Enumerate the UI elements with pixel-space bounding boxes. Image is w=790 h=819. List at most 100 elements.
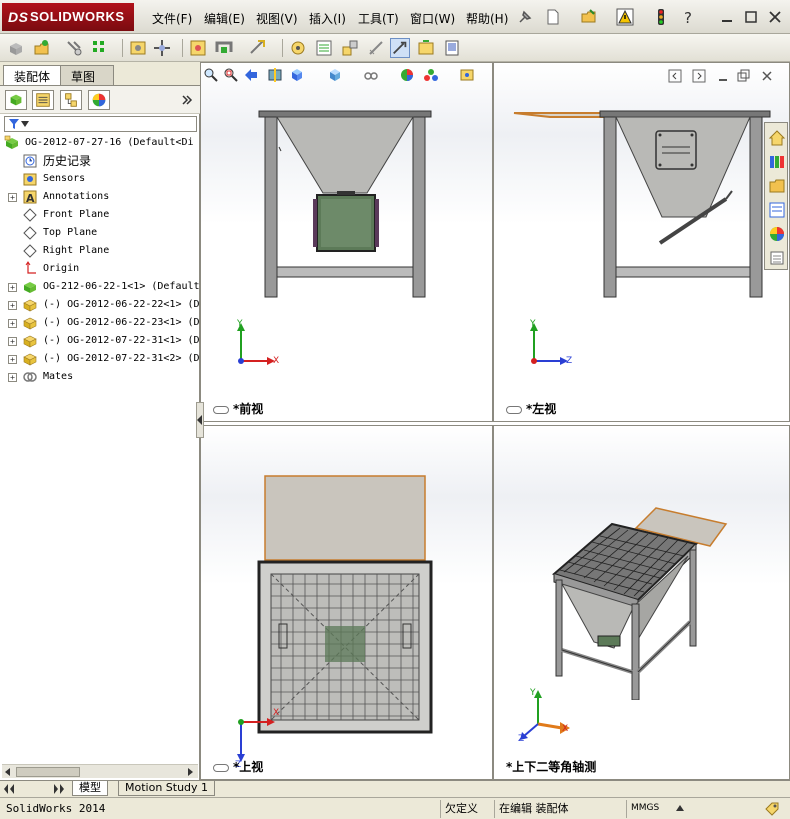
menu-view[interactable]: 视图(V) xyxy=(256,10,298,27)
file-explorer-icon[interactable] xyxy=(768,177,786,195)
tree-item[interactable]: OG-2012-07-27-16 (Default<Di xyxy=(0,134,200,152)
viewport-label-left[interactable]: *左视 xyxy=(506,400,556,417)
tree-item[interactable]: Origin xyxy=(0,260,200,278)
previous-view-icon[interactable] xyxy=(243,67,259,83)
tree-expand-icon[interactable]: + xyxy=(8,283,17,292)
tree-expand-icon[interactable]: + xyxy=(8,301,17,310)
assembly-features-icon[interactable] xyxy=(214,38,234,58)
apply-scene-icon[interactable] xyxy=(423,67,439,83)
hide-show-items-icon[interactable] xyxy=(363,67,379,83)
tree-filter[interactable] xyxy=(4,116,197,132)
tree-expand-icon[interactable]: + xyxy=(8,355,17,364)
tag-icon[interactable] xyxy=(764,801,780,817)
traffic-light-icon[interactable] xyxy=(652,8,670,26)
viewport-previous-icon[interactable] xyxy=(668,69,682,83)
chevron-down-icon[interactable] xyxy=(21,121,29,127)
new-document-icon[interactable] xyxy=(544,8,562,26)
link-views-icon[interactable] xyxy=(213,763,229,772)
tree-horizontal-scrollbar[interactable] xyxy=(2,764,198,778)
viewport-minimize-icon[interactable] xyxy=(716,69,730,83)
viewport-close-icon[interactable] xyxy=(760,69,774,83)
collapse-arrow-icon[interactable] xyxy=(197,415,203,425)
zoom-to-fit-icon[interactable] xyxy=(203,67,219,83)
property-manager-icon[interactable] xyxy=(32,90,54,110)
edit-appearance-icon[interactable] xyxy=(399,67,415,83)
tree-item[interactable]: Front Plane xyxy=(0,206,200,224)
view-orientation-icon[interactable] xyxy=(289,67,305,83)
restore-icon[interactable] xyxy=(742,8,760,26)
move-component-icon[interactable] xyxy=(152,38,172,58)
explode-line-sketch-icon[interactable] xyxy=(366,38,386,58)
take-snapshot-icon[interactable] xyxy=(442,38,462,58)
tree-item[interactable]: + (-) OG-2012-06-22-22<1> (D xyxy=(0,296,200,314)
viewport-label-isometric[interactable]: *上下二等角轴测 xyxy=(506,758,596,775)
chevron-up-icon[interactable] xyxy=(676,805,684,811)
pin-icon[interactable] xyxy=(516,8,534,26)
bill-of-materials-icon[interactable] xyxy=(314,38,334,58)
filter-icon[interactable] xyxy=(8,118,20,130)
show-hidden-icon[interactable] xyxy=(188,38,208,58)
edit-component-icon[interactable] xyxy=(6,38,26,58)
top-view-model[interactable] xyxy=(257,474,433,734)
tree-item[interactable]: + OG-212-06-22-1<1> (Default xyxy=(0,278,200,296)
menu-edit[interactable]: 编辑(E) xyxy=(204,10,245,27)
tree-item[interactable]: Top Plane xyxy=(0,224,200,242)
solidworks-logo[interactable]: DS SOLIDWORKS xyxy=(2,3,134,31)
graphics-area[interactable]: Y X *前视 Y Z *左视 X Z *上视 Y X Z *上下二等角轴测 xyxy=(196,62,790,780)
viewport-left[interactable]: Y Z *左视 xyxy=(493,62,790,422)
viewport-top[interactable]: X Z *上视 xyxy=(200,425,493,780)
tree-item[interactable]: + (-) OG-2012-07-22-31<2> (D xyxy=(0,350,200,368)
viewport-label-top[interactable]: *上视 xyxy=(213,758,263,775)
tree-expand-icon[interactable]: + xyxy=(8,373,17,382)
panel-collapse-handle[interactable] xyxy=(196,402,204,438)
tab-navigation-icon[interactable] xyxy=(4,784,64,794)
scroll-right-icon[interactable] xyxy=(186,768,194,776)
panel-expand-icon[interactable] xyxy=(180,93,194,107)
tree-item[interactable]: + A Annotations xyxy=(0,188,200,206)
tree-item[interactable]: Right Plane xyxy=(0,242,200,260)
rebuild-warning-icon[interactable] xyxy=(616,8,634,26)
tree-expand-icon[interactable]: + xyxy=(8,337,17,346)
section-view-icon[interactable] xyxy=(267,67,283,83)
tree-item[interactable]: Sensors xyxy=(0,170,200,188)
tab-sketch[interactable]: 草图 xyxy=(60,65,114,85)
viewport-restore-icon[interactable] xyxy=(736,69,750,83)
linear-pattern-icon[interactable] xyxy=(90,38,110,58)
appearances-icon[interactable] xyxy=(768,225,786,243)
tree-item[interactable]: + (-) OG-2012-07-22-31<1> (D xyxy=(0,332,200,350)
viewport-front[interactable]: Y X *前视 xyxy=(200,62,493,422)
viewport-isometric[interactable]: Y X Z *上下二等角轴测 xyxy=(493,425,790,780)
close-icon[interactable] xyxy=(766,8,784,26)
tree-item[interactable]: 历史记录 xyxy=(0,152,200,170)
open-document-icon[interactable] xyxy=(580,8,598,26)
mate-icon[interactable] xyxy=(64,38,84,58)
display-style-icon[interactable] xyxy=(327,67,343,83)
tree-expand-icon[interactable]: + xyxy=(8,193,17,202)
feature-manager-icon[interactable] xyxy=(5,90,27,110)
tab-model[interactable]: 模型 xyxy=(72,781,108,796)
link-views-icon[interactable] xyxy=(213,405,229,414)
design-library-icon[interactable] xyxy=(768,153,786,171)
display-manager-icon[interactable] xyxy=(88,90,110,110)
scroll-left-icon[interactable] xyxy=(4,768,12,776)
exploded-view-icon[interactable] xyxy=(340,38,360,58)
menu-insert[interactable]: 插入(I) xyxy=(309,10,346,27)
instant3d-icon[interactable] xyxy=(390,38,410,58)
minimize-icon[interactable] xyxy=(718,8,736,26)
menu-tools[interactable]: 工具(T) xyxy=(358,10,399,27)
new-motion-study-icon[interactable] xyxy=(288,38,308,58)
home-icon[interactable] xyxy=(768,129,786,147)
viewport-label-front[interactable]: *前视 xyxy=(213,400,263,417)
front-view-model[interactable] xyxy=(251,107,441,299)
isometric-view-model[interactable] xyxy=(550,500,730,700)
smart-fasteners-icon[interactable] xyxy=(128,38,148,58)
menu-help[interactable]: 帮助(H) xyxy=(466,10,508,27)
tab-motion-study[interactable]: Motion Study 1 xyxy=(118,781,216,796)
link-views-icon[interactable] xyxy=(506,405,522,414)
view-palette-icon[interactable] xyxy=(768,201,786,219)
tree-item[interactable]: + (-) OG-2012-06-22-23<1> (D xyxy=(0,314,200,332)
reference-geometry-icon[interactable] xyxy=(248,38,268,58)
tree-expand-icon[interactable]: + xyxy=(8,319,17,328)
help-icon[interactable]: ? xyxy=(680,8,698,26)
scrollbar-thumb[interactable] xyxy=(16,767,80,777)
